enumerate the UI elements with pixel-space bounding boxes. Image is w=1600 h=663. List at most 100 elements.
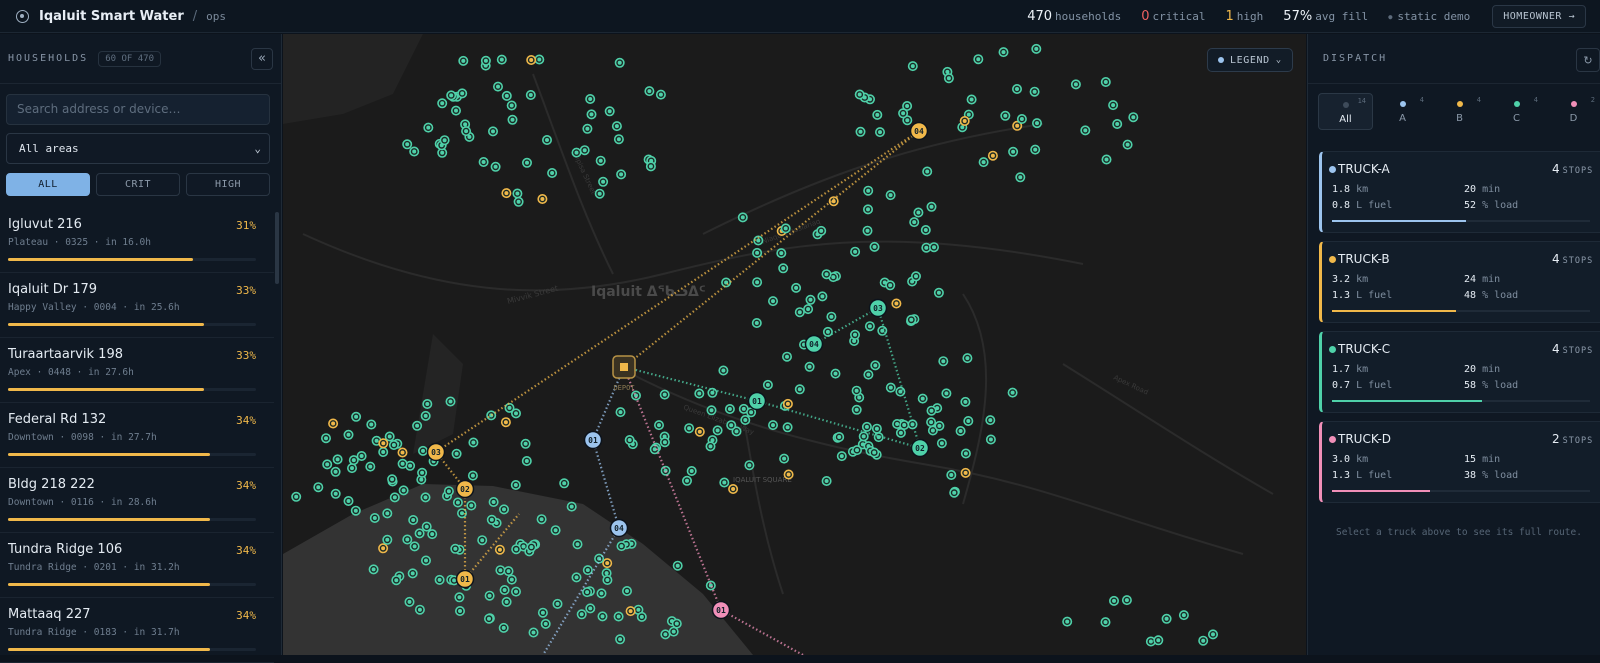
household-marker-core [875,112,880,117]
dispatch-hint: Select a truck above to see its full rou… [1336,527,1582,538]
area-select[interactable]: All areas ⌄ [6,133,270,164]
truck-card-truck-d[interactable]: TRUCK-D 2 STOPS 3.0 km 15 min 1.3 L fuel 38 % … [1319,421,1600,503]
collapse-sidebar-button[interactable]: « [251,47,273,70]
fill-level-bar [8,323,256,326]
truck-load-bar [1332,220,1590,222]
household-marker-core [990,153,995,158]
household-marker-core [324,436,328,441]
household-marker-core [528,93,533,97]
household-row[interactable]: Turaartaarvik 198 Apex · 0448 · in 27.6h 3… [0,338,274,403]
household-marker-core [628,609,633,614]
filter-crit-button[interactable]: CRIT [96,173,180,196]
route-segment-truck-c [623,365,758,403]
truck-tab-count: 4 [1419,96,1424,104]
route-stop-truck-b[interactable]: 03 [426,442,446,462]
household-row[interactable]: Tundra Ridge 106 Tundra Ridge · 0201 · in… [0,533,274,598]
household-marker-core [936,290,941,295]
truck-duration: 15 min [1464,454,1501,465]
household-marker-core [1065,619,1070,624]
household-marker-core [755,250,760,255]
household-meta: Plateau · 0325 · in 16.0h [8,237,151,248]
route-stop-truck-a[interactable]: 01 [583,430,603,450]
truck-tab-b[interactable]: 4B [1432,93,1487,130]
household-marker-core [902,423,907,427]
household-marker-core [487,616,491,621]
truck-color-dot-icon [1342,102,1349,108]
household-marker-core [966,419,971,423]
map-view[interactable]: Iqaluit ᐃᖃᓗᐃᑦ IQALUIT SQUARE Mivvik Stre… [283,34,1306,655]
filter-all-button[interactable]: ALL [6,173,90,196]
household-marker-core [878,130,882,135]
household-marker-core [588,606,593,611]
household-marker-core [1211,632,1215,637]
route-stop-truck-c[interactable]: 01 [747,391,767,411]
route-stop-truck-c[interactable]: 04 [804,334,824,354]
household-marker-core [346,432,351,437]
household-marker-core [872,450,877,455]
household-row[interactable]: Federal Rd 132 Downtown · 0098 · in 27.7h… [0,403,274,468]
household-marker-core [636,607,641,612]
search-input[interactable]: Search address or device… [6,94,270,125]
list-scrollbar[interactable] [275,212,279,284]
street-label-apex: Apex Road [1112,374,1149,397]
fill-level-bar-fill [8,323,205,326]
route-stop-truck-b[interactable]: 04 [909,121,929,141]
household-marker-core [545,138,549,142]
household-marker-core [461,58,466,63]
household-name: Federal Rd 132 [8,412,107,427]
truck-tab-a[interactable]: 4A [1375,93,1430,130]
homeowner-button[interactable]: HOMEOWNER → [1492,4,1586,28]
household-marker-core [491,129,495,134]
household-marker-core [569,504,574,509]
truck-card-truck-a[interactable]: TRUCK-A 4 STOPS 1.8 km 20 min 0.8 L fuel 52 % … [1319,151,1600,233]
household-marker-core [470,473,475,478]
route-stop-truck-a[interactable]: 04 [609,518,629,538]
household-row[interactable]: Iqaluit Dr 179 Happy Valley · 0004 · in 2… [0,273,274,338]
truck-tab-d[interactable]: 2D [1546,93,1600,130]
household-row[interactable]: Mattaaq 227 Tundra Ridge · 0183 · in 31.7… [0,598,274,663]
household-marker-core [390,477,395,482]
truck-card-truck-c[interactable]: TRUCK-C 4 STOPS 1.7 km 20 min 0.7 L fuel 58 % … [1319,331,1600,413]
depot-marker[interactable]: DEPOT [612,355,636,392]
fill-level-bar-fill [8,453,211,456]
household-marker-core [929,420,934,425]
truck-card-truck-b[interactable]: TRUCK-B 4 STOPS 3.2 km 24 min 1.3 L fuel 48 % … [1319,241,1600,323]
household-marker-core [697,391,702,396]
household-marker-core [734,429,739,434]
truck-tab-label: B [1456,113,1463,124]
route-stop-truck-c[interactable]: 02 [910,438,930,458]
household-marker-core [932,245,936,250]
household-marker-core [963,451,968,456]
household-marker-core [782,456,787,461]
household-marker-core [531,630,536,635]
route-stop-truck-b[interactable]: 02 [455,479,475,499]
households-count-badge: 60 OF 470 [98,50,161,67]
route-stop-truck-c[interactable]: 03 [868,298,888,318]
household-marker-core [423,413,428,418]
household-marker-core [619,544,624,549]
household-marker-core [469,503,474,508]
household-marker-core [381,441,386,446]
truck-tab-c[interactable]: 4C [1489,93,1544,130]
household-marker-core [509,577,514,582]
route-stop-truck-d[interactable]: 01 [711,600,731,620]
filter-high-button[interactable]: HIGH [186,173,270,196]
household-marker-core [401,488,406,493]
household-marker-core [421,448,425,453]
household-marker-core [941,359,946,364]
dispatch-header: DISPATCH [1308,34,1600,84]
route-stop-truck-b[interactable]: 01 [455,569,475,589]
road-nipisa [532,73,614,275]
map-canvas[interactable]: Iqaluit ᐃᖃᓗᐃᑦ IQALUIT SQUARE Mivvik Stre… [283,34,1306,655]
refresh-button[interactable]: ↻ [1576,48,1600,72]
household-marker-core [905,118,910,123]
truck-duration: 20 min [1464,364,1501,375]
household-marker-core [454,108,458,113]
legend-button[interactable]: LEGEND ⌄ [1207,48,1293,72]
truck-name: TRUCK-B [1338,252,1390,266]
household-row[interactable]: Bldg 218 222 Downtown · 0116 · in 28.6h 34… [0,468,274,533]
household-marker-core [523,441,528,446]
truck-name: TRUCK-C [1338,342,1391,356]
household-row[interactable]: Igluvut 216 Plateau · 0325 · in 16.0h 31% [0,208,274,273]
truck-tab-all[interactable]: 14 All [1318,93,1373,130]
